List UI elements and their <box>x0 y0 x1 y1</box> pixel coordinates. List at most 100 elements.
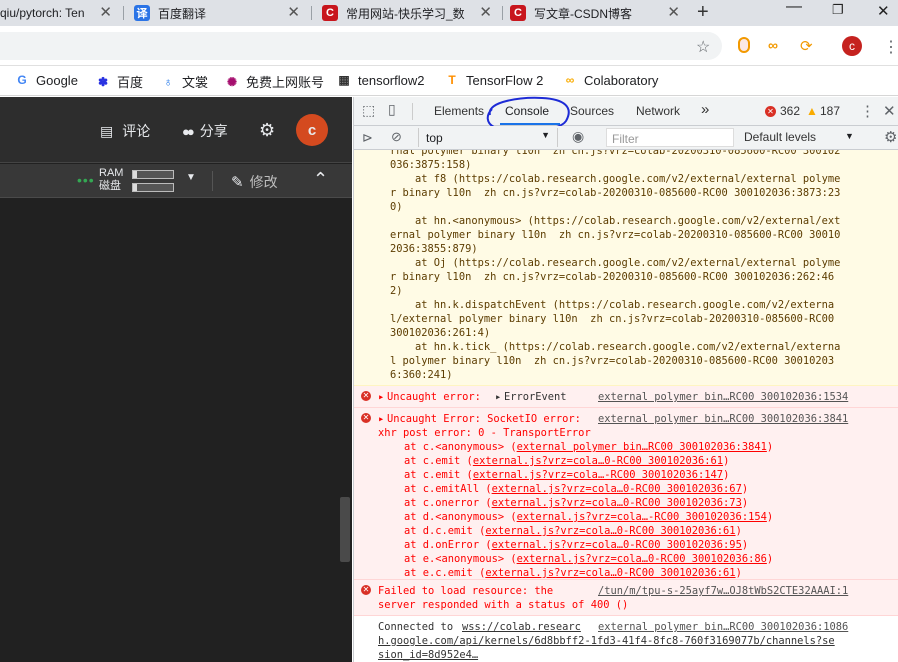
devtools-close-icon[interactable]: ✕ <box>883 102 896 120</box>
browser-tab-csdn-write[interactable]: C 写文章-CSDN博客 ✕ <box>510 0 686 26</box>
sidebar-toggle-icon[interactable]: ⊳ <box>362 130 373 146</box>
tab-close-icon[interactable]: ✕ <box>287 3 300 21</box>
console-settings-gear-icon[interactable]: ⚙ <box>884 128 897 146</box>
stack-trace-line[interactable]: 2) <box>390 284 403 298</box>
bookmark-free-wifi[interactable]: ✺ 免费上网账号 <box>224 72 324 91</box>
tab-close-icon[interactable]: ✕ <box>99 3 112 21</box>
websocket-link[interactable]: wss://colab.researc <box>462 620 581 634</box>
dropdown-arrow-icon[interactable]: ▼ <box>186 172 196 183</box>
context-selector[interactable]: top ▼ <box>418 128 558 147</box>
warning-count[interactable]: 187 <box>820 104 840 118</box>
error-object[interactable]: ErrorEvent <box>504 390 567 404</box>
stack-frame-link[interactable]: external.js?vrz=cola…-RC00 300102036:147 <box>473 469 723 481</box>
stack-trace-line[interactable]: at hn.k.dispatchEvent (https://colab.res… <box>390 298 834 312</box>
bookmark-colaboratory[interactable]: ∞ Colaboratory <box>562 72 659 88</box>
inspect-element-icon[interactable]: ⬚ <box>362 102 375 119</box>
settings-gear-icon[interactable]: ⚙ <box>259 120 275 141</box>
dropdown-arrow-icon: ▼ <box>845 131 854 141</box>
close-window-icon[interactable]: ✕ <box>877 2 890 20</box>
source-link[interactable]: external polymer bin…RC00 300102036:1534 <box>598 390 848 404</box>
minimize-icon[interactable]: — <box>786 0 802 16</box>
stack-trace-line[interactable]: r binary l10n zh cn.js?vrz=colab-2020031… <box>390 186 840 200</box>
bookmark-star-icon[interactable]: ☆ <box>696 37 710 57</box>
stack-trace-line[interactable]: rnal polymer binary l10n zh cn.js?vrz=co… <box>390 150 840 158</box>
stack-frame-link[interactable]: external.js?vrz=cola…0-RC00 300102036:67 <box>492 483 742 495</box>
expand-triangle-icon[interactable]: ▸ <box>378 412 384 426</box>
stack-frame-link[interactable]: external.js?vrz=cola…0-RC00 300102036:86 <box>517 553 767 565</box>
address-bar[interactable] <box>0 32 722 60</box>
tab-network[interactable]: Network <box>636 104 680 118</box>
stack-frame-link[interactable]: external.js?vrz=cola…0-RC00 300102036:61 <box>485 525 735 537</box>
eye-icon[interactable]: ◉ <box>572 128 584 145</box>
stack-trace-line[interactable]: at Oj (https://colab.research.google.com… <box>390 256 840 270</box>
people-icon: ●● <box>182 123 195 139</box>
tab-close-icon[interactable]: ✕ <box>479 3 492 21</box>
maximize-icon[interactable]: ❐ <box>832 2 844 18</box>
device-toolbar-icon[interactable]: ▯ <box>388 101 396 118</box>
stack-trace-line[interactable]: at hn.k.tick_ (https://colab.research.go… <box>390 340 840 354</box>
bookmark-tensorflow-2[interactable]: T TensorFlow 2 <box>444 72 543 88</box>
error-count-icon[interactable]: ✕ <box>765 106 776 117</box>
browser-tab-baidu-translate[interactable]: 译 百度翻译 ✕ <box>134 0 306 26</box>
bookmark-tensorflow2[interactable]: ▦ tensorflow2 <box>336 72 424 88</box>
stack-frame-link[interactable]: external.js?vrz=cola…0-RC00 300102036:61 <box>485 567 735 579</box>
stack-frame-link[interactable]: external polymer bin…RC00 300102036:3841 <box>517 441 767 453</box>
stack-trace-line[interactable]: 0) <box>390 200 403 214</box>
edit-button[interactable]: ✎ 修改 <box>231 172 278 192</box>
stack-trace-line[interactable]: l/external polymer binary l10n zh cn.js?… <box>390 312 834 326</box>
bookmark-google[interactable]: G Google <box>14 72 78 88</box>
new-tab-button[interactable]: + <box>697 0 709 24</box>
websocket-link[interactable]: h.google.com/api/kernels/6d8bbff2-1fd3-4… <box>378 634 835 648</box>
stack-trace-line[interactable]: 2036:3855:879) <box>390 242 478 256</box>
tab-elements[interactable]: Elements <box>434 104 484 118</box>
user-avatar[interactable]: c <box>296 114 328 146</box>
bookmarks-bar: G Google ✽ 百度 ♁ 文裳 ✺ 免费上网账号 ▦ tensorflow… <box>0 66 898 96</box>
websocket-link[interactable]: sion_id=8d952e4… <box>378 648 478 662</box>
browser-tab-csdn-sites[interactable]: C 常用网站-快乐学习_数 ✕ <box>322 0 498 26</box>
source-link[interactable]: /tun/m/tpu-s-25ayf7w…OJ8tWbS2CTE32AAAI:1 <box>598 584 848 598</box>
stack-trace-line[interactable]: 036:3875:158) <box>390 158 471 172</box>
more-tabs-icon[interactable]: » <box>701 101 709 118</box>
profile-avatar[interactable]: c <box>842 36 862 56</box>
colab-extension-icon[interactable]: ∞ <box>768 37 778 53</box>
stack-frame-link[interactable]: external.js?vrz=cola…-RC00 300102036:154 <box>517 511 767 523</box>
stack-frame-link[interactable]: external.js?vrz=cola…0-RC00 300102036:73 <box>492 497 742 509</box>
stack-trace-line[interactable]: 300102036:261:4) <box>390 326 490 340</box>
stack-trace-line[interactable]: r binary l10n zh cn.js?vrz=colab-2020031… <box>390 270 834 284</box>
clear-console-icon[interactable]: ⊘ <box>391 129 402 145</box>
swirl-icon: ✺ <box>226 74 238 89</box>
scrollbar-thumb[interactable] <box>340 497 350 562</box>
share-button[interactable]: ●● 分享 <box>182 121 228 141</box>
tab-close-icon[interactable]: ✕ <box>667 3 680 21</box>
stack-trace-line[interactable]: ernal polymer binary l10n zh cn.js?vrz=c… <box>390 228 840 242</box>
error-count[interactable]: 362 <box>780 104 800 118</box>
context-label: top <box>426 131 443 145</box>
stack-trace-line[interactable]: at hn.<anonymous> (https://colab.researc… <box>390 214 840 228</box>
tab-sources[interactable]: Sources <box>570 104 614 118</box>
extension-icon[interactable] <box>738 37 750 53</box>
stack-frame-link[interactable]: external.js?vrz=cola…0-RC00 300102036:95 <box>492 539 742 551</box>
stack-frame-function: at d.c.emit ( <box>404 525 486 537</box>
stack-trace-line[interactable]: at f8 (https://colab.research.google.com… <box>390 172 840 186</box>
collapse-chevron-icon[interactable]: ⌃ <box>313 169 328 190</box>
browser-menu-icon[interactable]: ⋮ <box>883 37 898 57</box>
stack-frame-end: ) <box>723 455 730 467</box>
browser-tab-github[interactable]: qiu/pytorch: Ten ✕ <box>0 0 118 26</box>
expand-triangle-icon[interactable]: ▸ <box>495 390 501 404</box>
console-error-message: ✕ Failed to load resource: the /tun/m/tp… <box>354 580 898 616</box>
stack-frame-link[interactable]: external.js?vrz=cola…0-RC00 300102036:61 <box>473 455 723 467</box>
stack-trace-line[interactable]: 6:360:241) <box>390 368 453 382</box>
sync-extension-icon[interactable]: ⟳ <box>800 37 813 55</box>
warning-count-icon[interactable]: ▲ <box>806 104 818 118</box>
resource-labels[interactable]: RAM 磁盘 <box>99 167 123 193</box>
bookmark-baidu[interactable]: ✽ 百度 <box>95 72 143 91</box>
expand-triangle-icon[interactable]: ▸ <box>378 390 384 404</box>
stack-trace-line[interactable]: l polymer binary l10n zh cn.js?vrz=colab… <box>390 354 834 368</box>
devtools-menu-icon[interactable]: ⋮ <box>860 102 875 120</box>
source-link[interactable]: external polymer bin…RC00 300102036:3841 <box>598 412 848 426</box>
bookmark-wenshang[interactable]: ♁ 文裳 <box>160 72 209 91</box>
source-link[interactable]: external polymer bin…RC00 300102036:1086 <box>598 620 848 634</box>
log-levels-dropdown[interactable]: Default levels <box>744 130 816 144</box>
filter-input[interactable]: Filter <box>606 128 734 147</box>
comment-button[interactable]: ▤ 评论 <box>100 121 150 141</box>
